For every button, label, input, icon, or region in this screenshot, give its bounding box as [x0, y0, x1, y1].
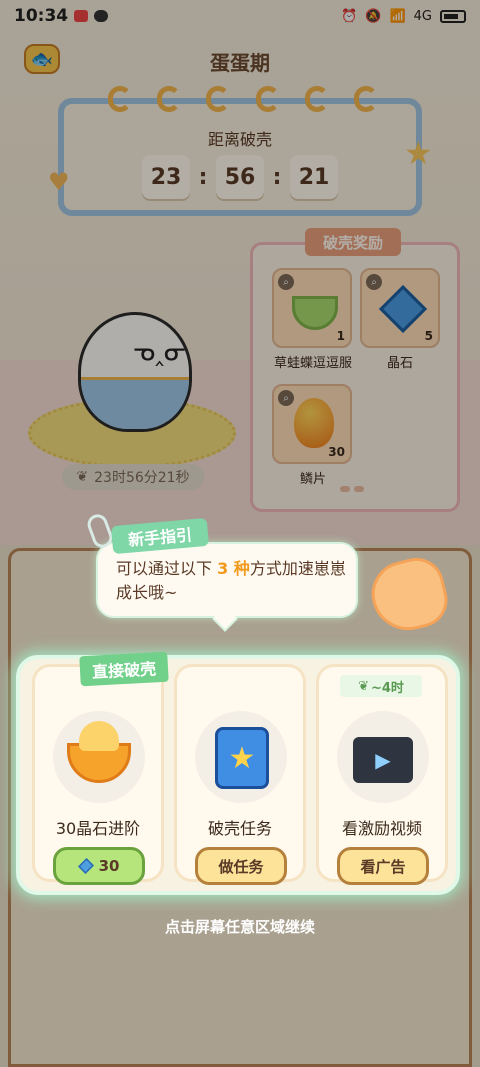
chick-icon [79, 721, 119, 751]
guide-overlay[interactable] [0, 0, 480, 1067]
option-image: ▶ [337, 711, 429, 803]
guide-text-before: 可以通过以下 [116, 559, 218, 578]
continue-hint: 点击屏幕任意区域继续 [164, 918, 315, 936]
option-name: 30晶石进阶 [55, 819, 141, 838]
guide-text-highlight: 3 种 [217, 559, 250, 578]
sprout-icon: ❦ [358, 678, 369, 694]
direct-hatch-tag: 直接破壳 [79, 651, 169, 687]
option-card-crystal[interactable]: 30晶石进阶 30 [32, 664, 164, 885]
watch-ad-button[interactable]: 看广告 [337, 847, 429, 885]
crystal-cost: 30 [98, 857, 120, 875]
option-name: 破壳任务 [207, 819, 272, 838]
option-name: 看激励视频 [341, 819, 422, 838]
time-reduction-tag: ❦ ~4时 [340, 675, 422, 697]
time-reduction-text: ~4时 [370, 680, 404, 696]
option-card-task[interactable]: ★ 破壳任务 做任务 [174, 664, 306, 885]
option-image [53, 711, 145, 803]
crystal-advance-button[interactable]: 30 [53, 847, 145, 885]
option-image: ★ [195, 711, 287, 803]
guide-text: 可以通过以下 3 种方式加速崽崽成长哦~ [116, 557, 346, 605]
clapperboard-icon: ▶ [353, 737, 413, 783]
crystal-icon [77, 858, 94, 874]
task-book-icon: ★ [215, 727, 269, 789]
do-task-button[interactable]: 做任务 [195, 847, 287, 885]
